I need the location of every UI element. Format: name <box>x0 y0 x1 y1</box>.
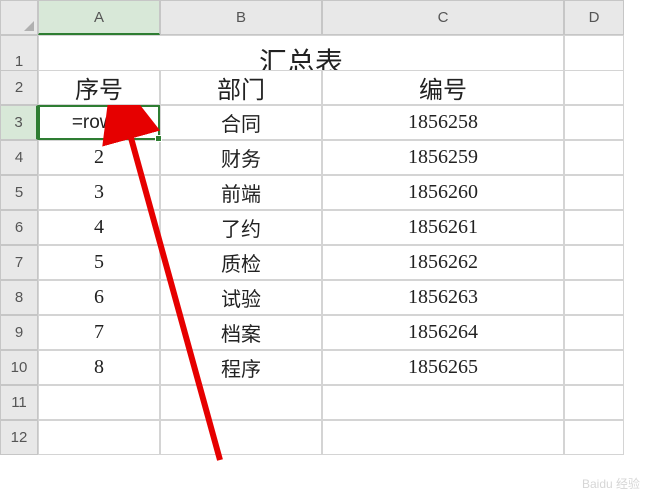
spreadsheet-grid[interactable]: A B C D 1 汇总表 2 序号 部门 编号 3 =row() 合同 185… <box>0 0 650 455</box>
row-header-10[interactable]: 10 <box>0 350 38 385</box>
col-header-D[interactable]: D <box>564 0 624 35</box>
cell-B8[interactable]: 试验 <box>160 280 322 315</box>
cell-C8[interactable]: 1856263 <box>322 280 564 315</box>
cell-C12[interactable] <box>322 420 564 455</box>
header-seq[interactable]: 序号 <box>38 70 160 105</box>
watermark: Baidu 经验 <box>582 475 640 492</box>
cell-B9[interactable]: 档案 <box>160 315 322 350</box>
cell-B7[interactable]: 质检 <box>160 245 322 280</box>
cell-D11[interactable] <box>564 385 624 420</box>
cell-D12[interactable] <box>564 420 624 455</box>
cell-C5[interactable]: 1856260 <box>322 175 564 210</box>
row-header-2[interactable]: 2 <box>0 70 38 105</box>
cell-C3[interactable]: 1856258 <box>322 105 564 140</box>
cell-C10[interactable]: 1856265 <box>322 350 564 385</box>
cell-A5[interactable]: 3 <box>38 175 160 210</box>
cell-D7[interactable] <box>564 245 624 280</box>
cell-B5[interactable]: 前端 <box>160 175 322 210</box>
header-code[interactable]: 编号 <box>322 70 564 105</box>
cell-D5[interactable] <box>564 175 624 210</box>
cell-A9[interactable]: 7 <box>38 315 160 350</box>
cell-A12[interactable] <box>38 420 160 455</box>
formula-text: =row() <box>72 112 126 134</box>
cell-D2[interactable] <box>564 70 624 105</box>
cell-B3[interactable]: 合同 <box>160 105 322 140</box>
cell-D6[interactable] <box>564 210 624 245</box>
row-header-4[interactable]: 4 <box>0 140 38 175</box>
cell-D3[interactable] <box>564 105 624 140</box>
cell-A7[interactable]: 5 <box>38 245 160 280</box>
cell-D8[interactable] <box>564 280 624 315</box>
cell-C6[interactable]: 1856261 <box>322 210 564 245</box>
cell-A8[interactable]: 6 <box>38 280 160 315</box>
cell-C11[interactable] <box>322 385 564 420</box>
row-header-7[interactable]: 7 <box>0 245 38 280</box>
row-header-3[interactable]: 3 <box>0 105 38 140</box>
fill-handle[interactable] <box>155 135 162 142</box>
cell-A3-active[interactable]: =row() <box>38 105 160 140</box>
cell-C7[interactable]: 1856262 <box>322 245 564 280</box>
row-header-8[interactable]: 8 <box>0 280 38 315</box>
row-header-9[interactable]: 9 <box>0 315 38 350</box>
cell-B6[interactable]: 了约 <box>160 210 322 245</box>
col-header-C[interactable]: C <box>322 0 564 35</box>
cell-A11[interactable] <box>38 385 160 420</box>
cell-B12[interactable] <box>160 420 322 455</box>
row-header-11[interactable]: 11 <box>0 385 38 420</box>
cell-D9[interactable] <box>564 315 624 350</box>
row-header-12[interactable]: 12 <box>0 420 38 455</box>
cell-D10[interactable] <box>564 350 624 385</box>
cell-C9[interactable]: 1856264 <box>322 315 564 350</box>
header-dept[interactable]: 部门 <box>160 70 322 105</box>
row-header-6[interactable]: 6 <box>0 210 38 245</box>
cell-D4[interactable] <box>564 140 624 175</box>
cell-A10[interactable]: 8 <box>38 350 160 385</box>
cell-B10[interactable]: 程序 <box>160 350 322 385</box>
select-all-corner[interactable] <box>0 0 38 35</box>
row-header-5[interactable]: 5 <box>0 175 38 210</box>
cell-A4[interactable]: 2 <box>38 140 160 175</box>
col-header-B[interactable]: B <box>160 0 322 35</box>
col-header-A[interactable]: A <box>38 0 160 35</box>
cell-B4[interactable]: 财务 <box>160 140 322 175</box>
cell-A6[interactable]: 4 <box>38 210 160 245</box>
cell-C4[interactable]: 1856259 <box>322 140 564 175</box>
cell-B11[interactable] <box>160 385 322 420</box>
